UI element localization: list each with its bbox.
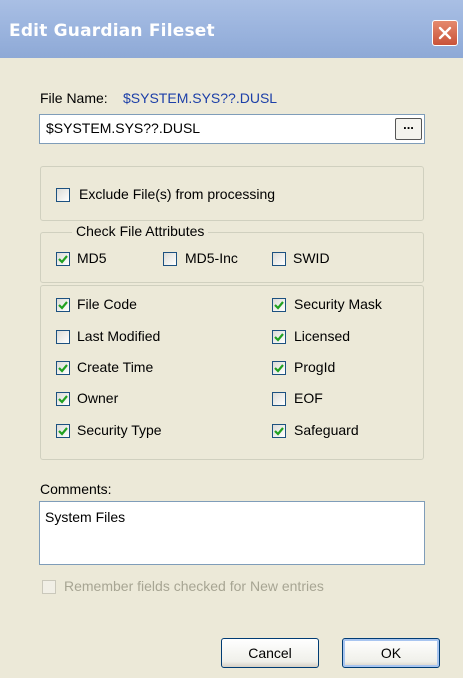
owner-label: Owner xyxy=(77,390,119,406)
ok-button-label: OK xyxy=(380,645,402,661)
close-button[interactable] xyxy=(432,20,458,46)
title-bar[interactable]: Edit Guardian Fileset xyxy=(0,0,463,58)
ok-button[interactable]: OK xyxy=(342,638,440,668)
licensed-label: Licensed xyxy=(294,328,351,344)
checkmark-icon xyxy=(274,301,284,310)
checkmark-icon xyxy=(58,364,68,373)
eof-label: EOF xyxy=(294,390,323,406)
file-name-label: File Name: xyxy=(40,90,108,106)
eof-checkbox[interactable] xyxy=(272,392,286,406)
browse-button[interactable]: ... xyxy=(395,118,422,140)
md5-label: MD5 xyxy=(77,250,107,266)
browse-button-label: ... xyxy=(403,117,414,132)
close-icon xyxy=(438,26,452,40)
cancel-button-label: Cancel xyxy=(248,645,292,661)
file-name-value: $SYSTEM.SYS??.DUSL xyxy=(123,90,278,106)
md5-checkbox[interactable] xyxy=(56,252,70,266)
checkmark-icon xyxy=(274,333,284,342)
comments-textarea[interactable]: System Files xyxy=(39,501,425,565)
md5-inc-checkbox[interactable] xyxy=(163,252,177,266)
remember-fields-label: Remember fields checked for New entries xyxy=(64,578,324,594)
licensed-checkbox[interactable] xyxy=(272,330,286,344)
checkmark-icon xyxy=(58,395,68,404)
security-mask-label: Security Mask xyxy=(294,296,382,312)
security-mask-checkbox[interactable] xyxy=(272,298,286,312)
last-modified-label: Last Modified xyxy=(77,328,161,344)
checkmark-icon xyxy=(58,255,68,264)
safeguard-checkbox[interactable] xyxy=(272,424,286,438)
cancel-button[interactable]: Cancel xyxy=(221,638,319,668)
remember-fields-checkbox[interactable] xyxy=(42,580,56,594)
comments-label: Comments: xyxy=(40,481,112,497)
create-time-checkbox[interactable] xyxy=(56,361,70,375)
checkmark-icon xyxy=(58,301,68,310)
security-type-checkbox[interactable] xyxy=(56,424,70,438)
window-title: Edit Guardian Fileset xyxy=(9,21,215,41)
file-code-label: File Code xyxy=(77,296,137,312)
exclude-checkbox[interactable] xyxy=(56,188,70,202)
file-name-input-text: $SYSTEM.SYS??.DUSL xyxy=(46,120,201,136)
file-name-input[interactable]: $SYSTEM.SYS??.DUSL xyxy=(39,114,425,144)
progid-label: ProgId xyxy=(294,359,336,375)
comments-text: System Files xyxy=(45,509,126,525)
md5-inc-label: MD5-Inc xyxy=(185,250,238,266)
checkmark-icon xyxy=(274,427,284,436)
exclude-label: Exclude File(s) from processing xyxy=(79,186,276,202)
swid-label: SWID xyxy=(293,250,330,266)
owner-checkbox[interactable] xyxy=(56,392,70,406)
create-time-label: Create Time xyxy=(77,359,154,375)
security-type-label: Security Type xyxy=(77,422,162,438)
safeguard-label: Safeguard xyxy=(294,422,359,438)
attributes-legend: Check File Attributes xyxy=(72,223,209,239)
last-modified-checkbox[interactable] xyxy=(56,330,70,344)
edit-guardian-fileset-dialog: Edit Guardian Fileset File Name: $SYSTEM… xyxy=(0,0,463,678)
file-code-checkbox[interactable] xyxy=(56,298,70,312)
checkmark-icon xyxy=(58,427,68,436)
swid-checkbox[interactable] xyxy=(272,252,286,266)
checkmark-icon xyxy=(274,364,284,373)
progid-checkbox[interactable] xyxy=(272,361,286,375)
